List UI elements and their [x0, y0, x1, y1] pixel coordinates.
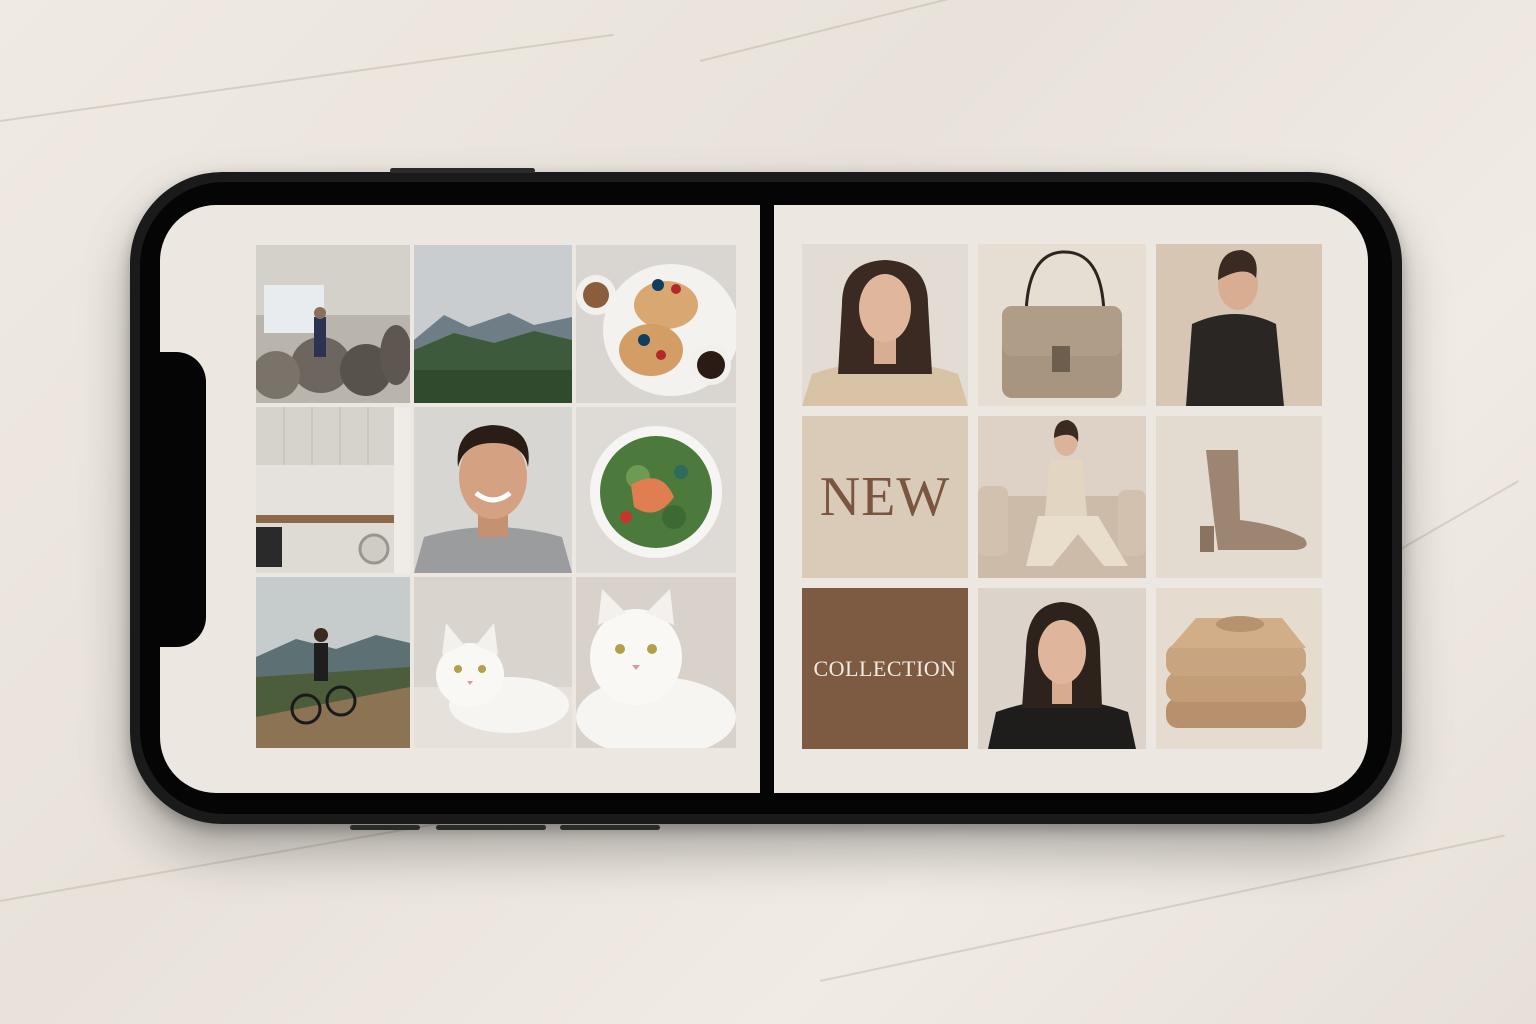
woman-black-blazer-photo[interactable]: [978, 588, 1146, 749]
kitchen-interior-photo[interactable]: [256, 407, 410, 573]
blurred-presentation-photo[interactable]: [256, 245, 410, 403]
white-cat-photo[interactable]: [414, 577, 572, 748]
woman-seated-sofa-photo[interactable]: [978, 416, 1146, 578]
marble-vein: [0, 33, 615, 122]
side-button: [560, 825, 660, 830]
new-label: NEW: [819, 466, 951, 528]
new-label-tile[interactable]: NEW: [802, 416, 968, 578]
pancakes-breakfast-photo[interactable]: [576, 245, 736, 403]
smiling-man-portrait-photo[interactable]: [414, 407, 572, 573]
white-cat-closeup-photo[interactable]: [576, 577, 736, 748]
ankle-boot-photo[interactable]: [1156, 416, 1322, 578]
phone-notch: [160, 352, 206, 647]
mountain-landscape-photo[interactable]: [414, 245, 572, 403]
cyclist-hillside-photo[interactable]: [256, 577, 410, 748]
volume-button: [390, 168, 535, 173]
folded-sweater-photo[interactable]: [1156, 588, 1322, 749]
marble-vein: [699, 0, 1380, 62]
collection-label-tile[interactable]: COLLECTION: [802, 588, 968, 749]
salad-bowl-photo[interactable]: [576, 407, 736, 573]
woman-black-jacket-profile-photo[interactable]: [1156, 244, 1322, 406]
handbag-photo[interactable]: [978, 244, 1146, 406]
side-button: [436, 825, 546, 830]
side-button: [350, 825, 420, 830]
marble-vein: [819, 834, 1505, 982]
screen-divider: [760, 205, 774, 793]
woman-beige-blazer-photo[interactable]: [802, 244, 968, 406]
collection-label: COLLECTION: [813, 655, 957, 681]
